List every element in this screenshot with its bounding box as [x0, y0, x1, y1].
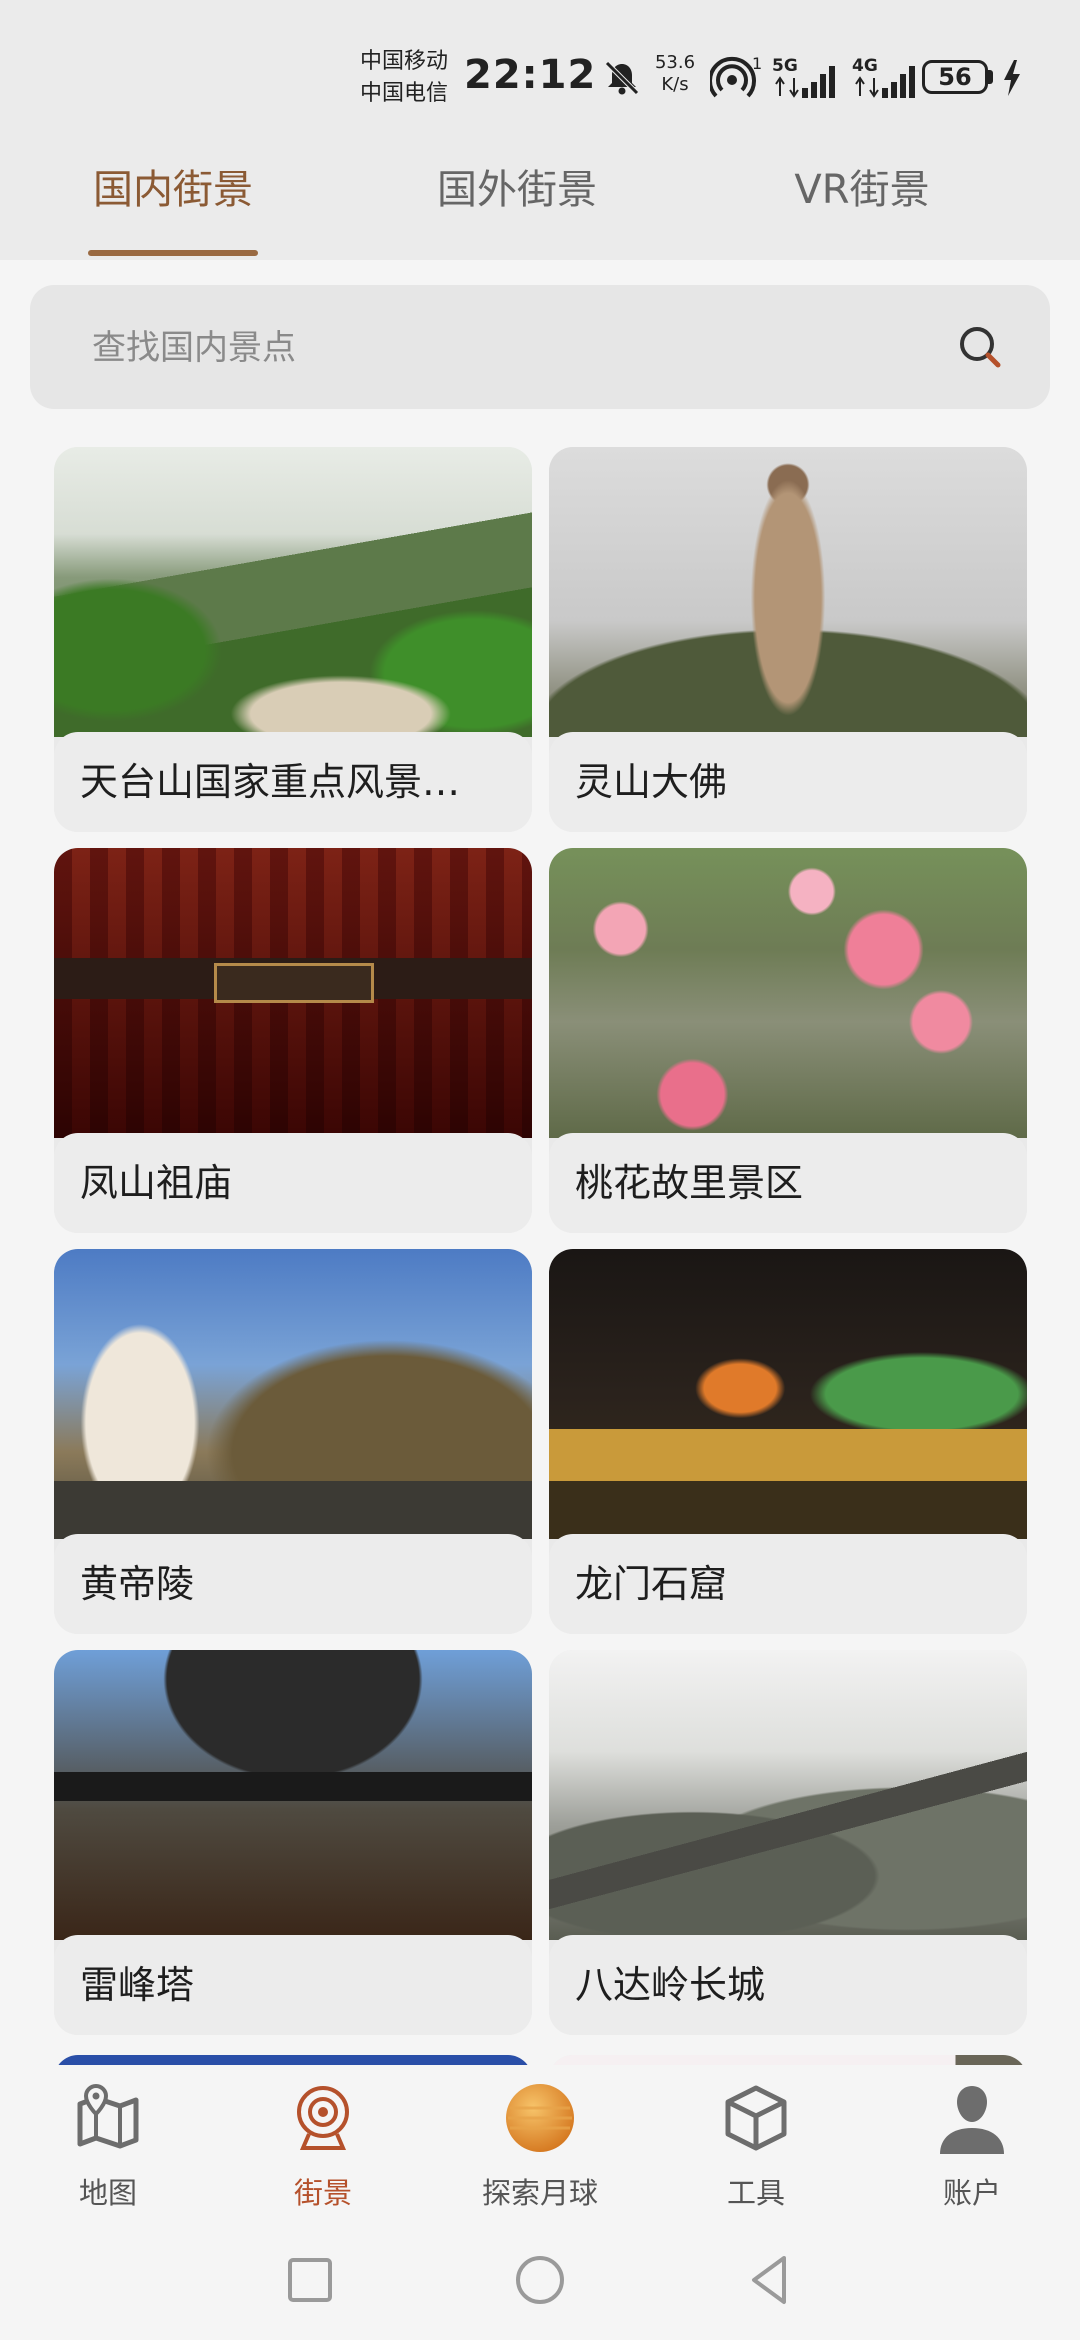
search-input[interactable]: [90, 285, 954, 411]
attraction-card[interactable]: 天台山国家重点风景…: [54, 447, 532, 832]
attraction-image: [54, 447, 532, 737]
nav-street-view[interactable]: 街景: [233, 2066, 413, 2216]
nav-tools[interactable]: 工具: [666, 2066, 846, 2216]
bottom-navigation: 地图 街景 探索月球 工具 账户: [0, 2066, 1080, 2216]
attraction-name: 龙门石窟: [549, 1534, 1027, 1634]
carrier-1: 中国移动: [360, 49, 449, 74]
attraction-name: 八达岭长城: [549, 1935, 1027, 2035]
attraction-card[interactable]: 龙门石窟: [549, 1249, 1027, 1634]
tab-domestic[interactable]: 国内街景: [23, 150, 323, 260]
network-speed-unit: K/s: [661, 74, 689, 95]
nav-explore-moon-label: 探索月球: [481, 2176, 598, 2210]
nav-explore-moon[interactable]: 探索月球: [450, 2066, 630, 2216]
hotspot-badge: 1: [752, 54, 763, 73]
nav-map-label: 地图: [78, 2176, 137, 2210]
carrier-2: 中国电信: [360, 81, 449, 106]
attraction-name: 雷峰塔: [54, 1935, 532, 2035]
attraction-card[interactable]: 桃花故里景区: [549, 848, 1027, 1233]
mute-bell-icon: [605, 61, 639, 95]
network-speed-value: 53.6: [654, 52, 696, 73]
user-icon: [940, 2086, 1004, 2154]
attraction-card[interactable]: 凤山祖庙: [54, 848, 532, 1233]
battery-level: 56: [922, 60, 988, 94]
attraction-image: [549, 848, 1027, 1138]
attraction-image: [54, 2055, 532, 2065]
attraction-image: [549, 1249, 1027, 1539]
attraction-grid: 天台山国家重点风景… 灵山大佛 凤山祖庙 桃花故里景区 黄帝陵 龙门石窟 雷峰塔…: [0, 440, 1080, 2065]
attraction-card[interactable]: 灵山大佛: [549, 447, 1027, 832]
attraction-image: [549, 2055, 1027, 2065]
attraction-image: [54, 1650, 532, 1940]
signal-sim1-icon: [775, 66, 835, 98]
map-icon: [77, 2083, 139, 2149]
attraction-card[interactable]: 雷峰塔: [54, 1650, 532, 2035]
attraction-image: [549, 1650, 1027, 1940]
network-speed: 53.6 K/s: [650, 52, 700, 96]
active-tab-indicator: [88, 250, 258, 256]
system-navigation-bar: [0, 2216, 1080, 2340]
charging-icon: [1004, 60, 1020, 96]
temple-plaque: [214, 963, 374, 1003]
attraction-card[interactable]: 黄帝陵: [54, 1249, 532, 1634]
back-icon[interactable]: [742, 2252, 798, 2308]
tab-overseas[interactable]: 国外街景: [367, 150, 667, 260]
attraction-card[interactable]: 八达岭长城: [549, 1650, 1027, 2035]
attraction-card-partial[interactable]: [549, 2055, 1027, 2065]
signal-sim2-icon: [855, 66, 915, 98]
attraction-image: [54, 848, 532, 1138]
street-view-tabs: 国内街景 国外街景 VR街景: [0, 150, 1080, 260]
status-bar: 中国移动 中国电信 22:12 53.6 K/s 1 5G 4G 56: [0, 0, 1080, 150]
nav-account[interactable]: 账户: [882, 2066, 1062, 2216]
attraction-image: [549, 447, 1027, 737]
nav-street-view-label: 街景: [293, 2176, 352, 2210]
attraction-name: 黄帝陵: [54, 1534, 532, 1634]
search-bar: [30, 285, 1050, 411]
moon-icon: [506, 2084, 574, 2152]
attraction-name: 凤山祖庙: [54, 1133, 532, 1233]
attraction-name: 灵山大佛: [549, 732, 1027, 832]
clock: 22:12: [464, 52, 597, 98]
street-view-icon: [297, 2086, 349, 2150]
cube-icon: [725, 2085, 787, 2151]
nav-map[interactable]: 地图: [18, 2066, 198, 2216]
attraction-name: 天台山国家重点风景…: [54, 732, 532, 832]
recent-apps-icon[interactable]: [282, 2252, 338, 2308]
home-icon[interactable]: [512, 2252, 568, 2308]
attraction-card-partial[interactable]: [54, 2055, 532, 2065]
hotspot-icon: [710, 56, 756, 98]
attraction-name: 桃花故里景区: [549, 1133, 1027, 1233]
carrier-info: 中国移动 中国电信: [360, 46, 470, 110]
nav-tools-label: 工具: [726, 2176, 785, 2210]
attraction-image: [54, 1249, 532, 1539]
battery-tip: [988, 70, 993, 84]
nav-account-label: 账户: [942, 2176, 1001, 2210]
tab-vr[interactable]: VR街景: [712, 150, 1012, 260]
search-icon[interactable]: [950, 317, 1010, 377]
